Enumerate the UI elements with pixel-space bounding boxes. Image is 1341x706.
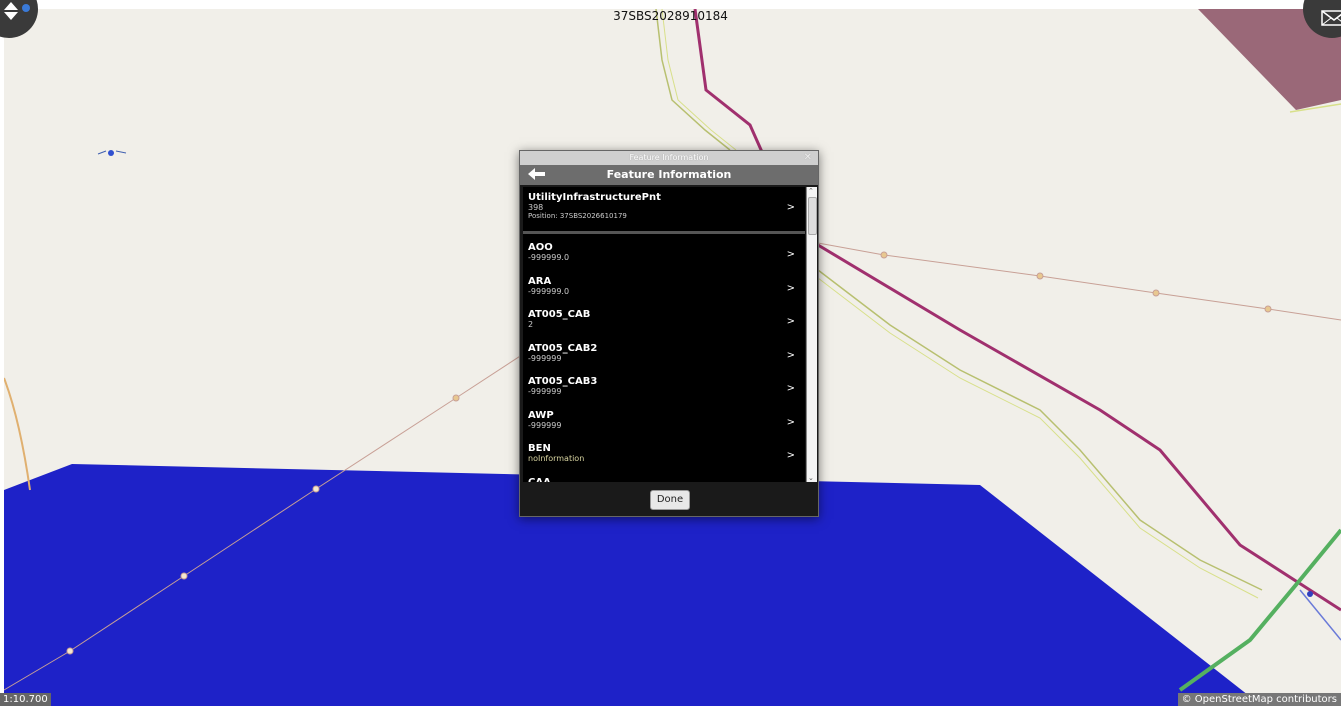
attribute-value: noInformation [528,454,585,463]
close-icon[interactable]: ✕ [804,151,812,165]
scroll-down-icon[interactable]: ⌄ [808,474,814,482]
feature-name: UtilityInfrastructurePnt [528,192,661,203]
power-pole-point [66,647,74,655]
attribute-name: ARA [528,275,552,287]
attribute-row[interactable]: BEN noInformation > [523,438,805,472]
scale-label: 1:10.700 [0,693,51,706]
attribute-name: BEN [528,443,551,454]
power-pole-point [1036,272,1044,280]
back-arrow-icon[interactable] [528,168,546,180]
attribute-value: -999999 [528,387,562,396]
attribute-name: AT005_CAB [528,309,591,320]
attribute-value: 2 [528,320,534,329]
attribute-name: AWP [528,409,554,421]
feature-id: 398 [528,203,544,212]
attribute-row[interactable]: CAA [523,472,805,483]
chevron-right-icon: > [786,249,795,260]
power-pole-point [1264,305,1272,313]
primary-road [693,8,772,171]
attribute-row[interactable]: AWP -999999 > [523,405,805,439]
feature-info-dialog: Feature Information ✕ Feature Informatio… [519,150,819,517]
chevron-right-icon: > [786,202,795,213]
attribute-name: CAA [528,476,551,483]
attribute-row[interactable]: AT005_CAB3 -999999 > [523,371,805,405]
scrollbar-thumb[interactable] [808,197,817,235]
chevron-right-icon: > [786,450,795,461]
dialog-header: Feature Information [520,165,818,185]
power-pole-point [180,572,188,580]
power-pole-point [1152,289,1160,297]
dialog-window-title: Feature Information [629,153,709,162]
map-attribution[interactable]: © OpenStreetMap contributors [1177,693,1341,706]
attribute-value: -999999.0 [528,253,570,262]
grid-reference-title: 37SBS2028910184 [613,9,728,23]
dialog-header-title: Feature Information [606,168,732,181]
chevron-right-icon: > [786,282,795,294]
zoom-toggle-button[interactable] [0,0,38,38]
boundary-line [3,377,31,491]
feature-position: Position: 37SBS2026610179 [528,212,627,220]
power-pole-point [880,251,888,259]
envelope-icon [1321,10,1341,26]
attribute-list[interactable]: UtilityInfrastructurePnt 398 Position: 3… [523,187,805,482]
up-down-arrows-icon [4,2,30,20]
attribute-row[interactable]: AT005_CAB 2 > [523,304,805,338]
attribute-value: -999999.0 [528,286,570,296]
dialog-titlebar[interactable]: Feature Information ✕ [520,151,818,165]
dialog-footer: Done [520,484,818,516]
chevron-right-icon: > [786,383,795,394]
chevron-right-icon: > [786,316,795,327]
attribute-name: AT005_CAB3 [528,376,598,387]
attribute-name: AT005_CAB2 [528,342,598,354]
attribute-name: AOO [528,242,553,253]
list-scrollbar[interactable]: ⌃ ⌄ [806,187,817,482]
attribute-row[interactable]: AT005_CAB2 -999999 > [523,338,805,372]
power-pole-point [312,485,320,493]
attribute-value: -999999 [528,420,562,430]
attribute-row[interactable]: AOO -999999.0 > [523,237,805,271]
feature-point [1307,591,1313,597]
attribute-row[interactable]: ARA -999999.0 > [523,271,805,305]
chevron-right-icon: > [786,349,795,361]
done-button[interactable]: Done [650,490,690,510]
left-strip [0,0,4,706]
place-marker-icon [97,150,127,156]
chevron-right-icon: > [786,416,795,428]
power-line-right [817,242,1341,321]
power-pole-point [452,394,460,402]
scroll-up-icon[interactable]: ⌃ [808,187,814,195]
feature-summary-row[interactable]: UtilityInfrastructurePnt 398 Position: 3… [523,187,805,234]
attribute-value: -999999 [528,353,562,363]
secondary-road [655,8,731,151]
top-strip [0,0,1341,9]
